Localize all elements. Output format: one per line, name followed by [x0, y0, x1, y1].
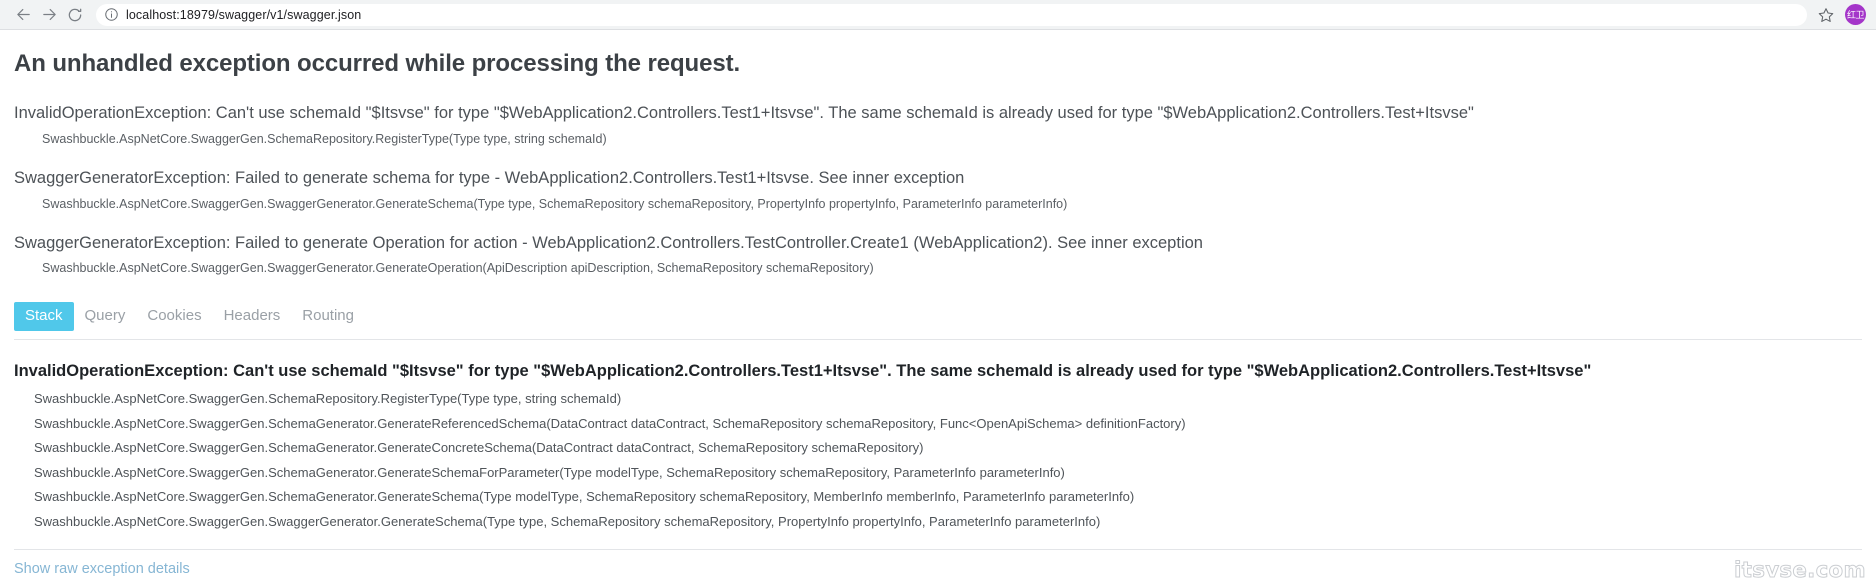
stack-panel: InvalidOperationException: Can't use sch… — [14, 362, 1862, 529]
show-raw-exception-details-link[interactable]: Show raw exception details — [14, 561, 190, 577]
exception-title: SwaggerGeneratorException: Failed to gen… — [14, 233, 1203, 252]
tab-cookies[interactable]: Cookies — [136, 302, 212, 331]
stack-frame: Swashbuckle.AspNetCore.SwaggerGen.Swagge… — [34, 513, 1101, 529]
exception-entry: InvalidOperationException: Can't use sch… — [14, 104, 1862, 147]
footer-divider — [14, 548, 1862, 550]
stack-frame: Swashbuckle.AspNetCore.SwaggerGen.Schema… — [34, 415, 1186, 431]
forward-button[interactable] — [36, 2, 62, 28]
page-title: An unhandled exception occurred while pr… — [14, 50, 741, 77]
error-page: An unhandled exception occurred while pr… — [0, 50, 1876, 588]
exception-title: InvalidOperationException: Can't use sch… — [14, 104, 1474, 122]
exception-title: SwaggerGeneratorException: Failed to gen… — [14, 168, 965, 187]
exception-frame: Swashbuckle.AspNetCore.SwaggerGen.Swagge… — [42, 196, 1068, 211]
tab-stack[interactable]: Stack — [14, 302, 74, 332]
tab-query[interactable]: Query — [74, 302, 137, 331]
stack-frame: Swashbuckle.AspNetCore.SwaggerGen.Schema… — [34, 489, 1135, 505]
url-text[interactable]: localhost:18979/swagger/v1/swagger.json — [126, 8, 361, 22]
avatar[interactable]: 红卫 — [1845, 4, 1866, 25]
watermark: itsvse.com — [1734, 558, 1866, 583]
tabs-divider — [14, 339, 1862, 341]
exception-entry: SwaggerGeneratorException: Failed to gen… — [14, 234, 1862, 277]
stack-frame: Swashbuckle.AspNetCore.SwaggerGen.Schema… — [34, 464, 1065, 480]
exception-frame: Swashbuckle.AspNetCore.SwaggerGen.Swagge… — [42, 261, 874, 276]
reload-icon — [68, 8, 82, 21]
address-bar[interactable]: localhost:18979/swagger/v1/swagger.json — [96, 3, 1807, 26]
stack-frame: Swashbuckle.AspNetCore.SwaggerGen.Schema… — [34, 440, 924, 456]
exception-frame: Swashbuckle.AspNetCore.SwaggerGen.Schema… — [42, 131, 607, 146]
arrow-left-icon — [16, 8, 30, 21]
browser-toolbar: localhost:18979/swagger/v1/swagger.json … — [0, 0, 1876, 30]
stack-heading: InvalidOperationException: Can't use sch… — [14, 362, 1592, 381]
arrow-right-icon — [42, 8, 56, 21]
back-button[interactable] — [10, 2, 36, 28]
info-circle-icon[interactable] — [104, 7, 119, 22]
tab-routing[interactable]: Routing — [291, 302, 365, 331]
reload-button[interactable] — [62, 2, 88, 28]
exception-entry: SwaggerGeneratorException: Failed to gen… — [14, 169, 1862, 212]
star-icon[interactable] — [1815, 4, 1837, 26]
tab-bar: Stack Query Cookies Headers Routing — [14, 302, 1862, 332]
stack-frame: Swashbuckle.AspNetCore.SwaggerGen.Schema… — [34, 390, 622, 406]
tab-headers[interactable]: Headers — [213, 302, 292, 331]
